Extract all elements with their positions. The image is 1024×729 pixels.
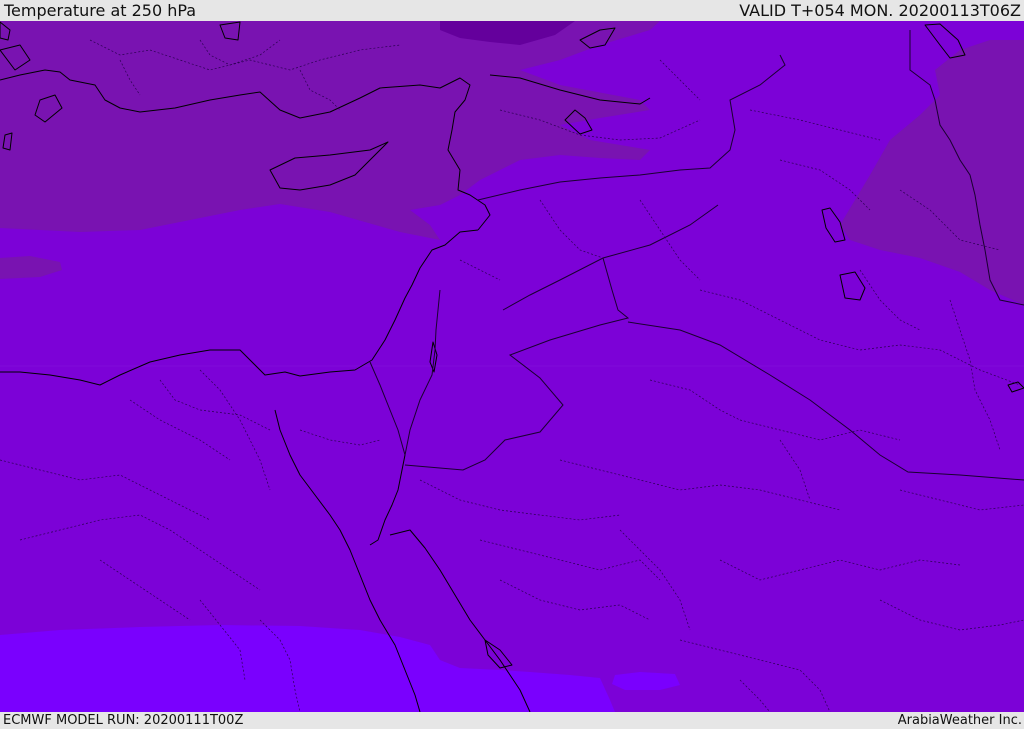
title-bar: Temperature at 250 hPa VALID T+054 MON. … — [0, 0, 1024, 21]
map-title: Temperature at 250 hPa — [4, 1, 197, 20]
temperature-map — [0, 21, 1024, 712]
credit: ArabiaWeather Inc. — [897, 713, 1022, 728]
valid-time: VALID T+054 MON. 20200113T06Z — [739, 1, 1021, 20]
model-run: ECMWF MODEL RUN: 20200111T00Z — [3, 713, 244, 728]
footer-bar: ECMWF MODEL RUN: 20200111T00Z ArabiaWeat… — [0, 712, 1024, 729]
temperature-field-warm-patch — [612, 672, 680, 690]
